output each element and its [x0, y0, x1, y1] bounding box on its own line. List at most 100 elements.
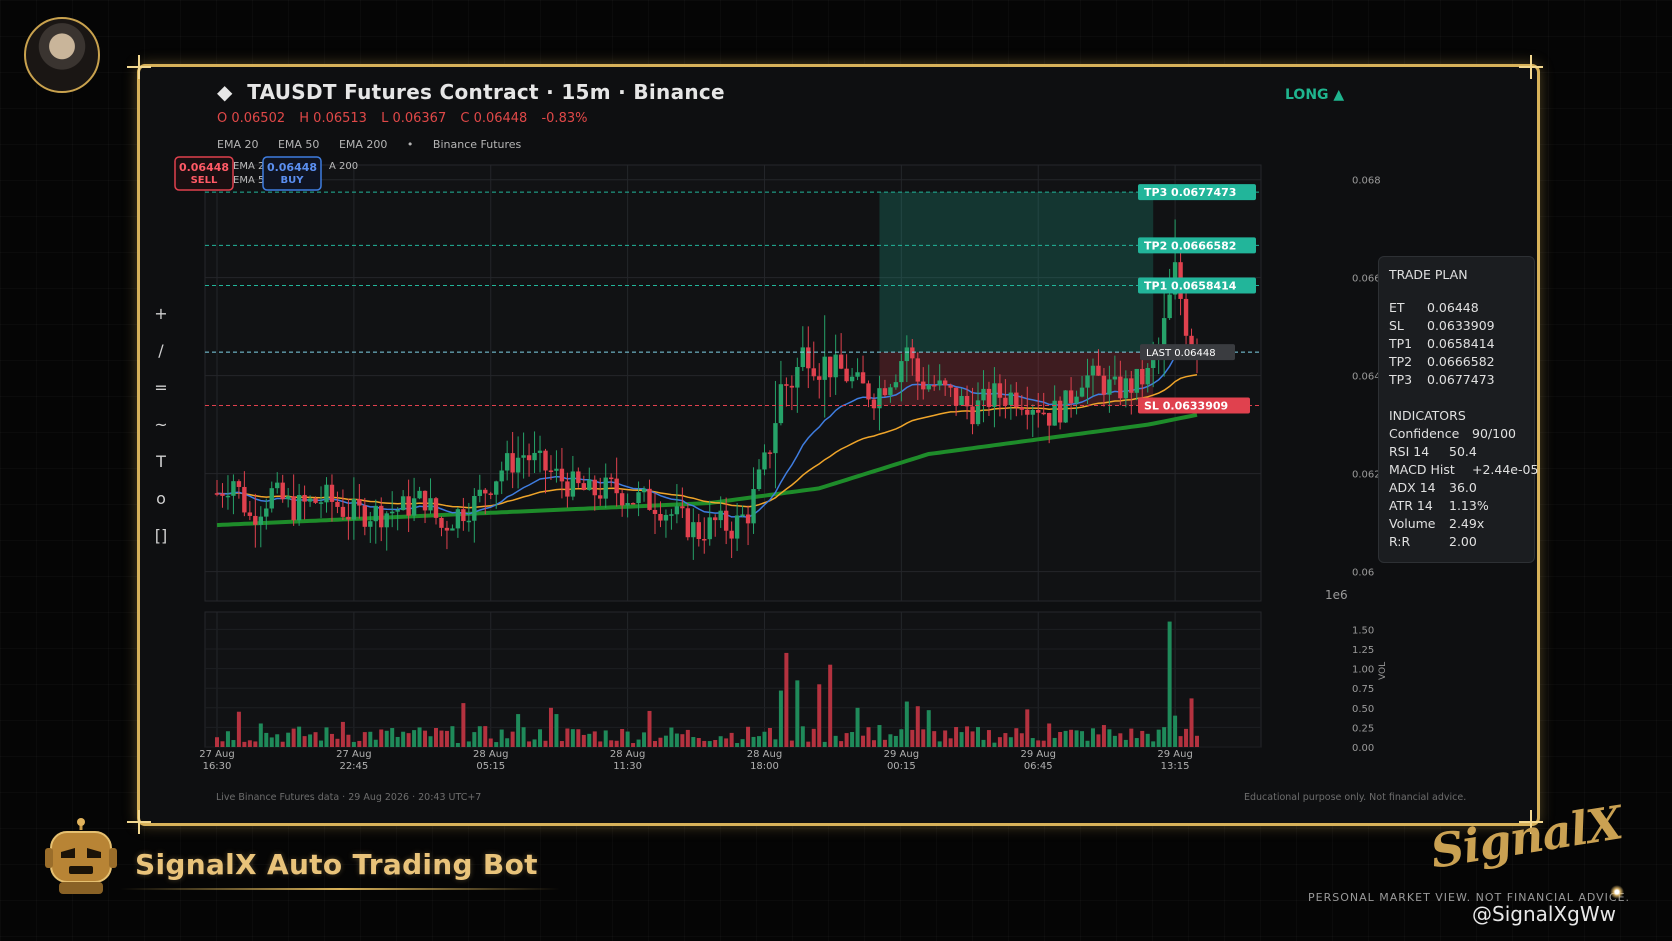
volume-bar	[603, 730, 608, 747]
candle-body	[565, 481, 570, 497]
volume-bar	[850, 732, 855, 747]
plan-tp1: TP1 0.0658414	[1389, 336, 1534, 354]
volume-bar	[269, 737, 274, 747]
candle-body	[811, 368, 816, 377]
candle-body	[997, 383, 1003, 398]
candle-body	[773, 423, 778, 454]
indicator-rsi-14-value: 50.4	[1449, 444, 1477, 459]
candle-body	[236, 481, 242, 487]
volume-bar	[866, 727, 871, 747]
volume-bar	[532, 739, 537, 747]
candle-body	[740, 514, 745, 516]
social-handle[interactable]: @SignalXgWw	[1472, 902, 1616, 926]
volume-axis-label: VOL	[1378, 662, 1388, 680]
volume-bar	[390, 728, 395, 747]
volume-tick-label: 1.50	[1352, 625, 1374, 636]
candle-body	[379, 505, 384, 528]
volume-bar	[220, 741, 225, 747]
volume-bar	[691, 737, 696, 747]
candle-body	[696, 522, 701, 539]
volume-bar	[926, 710, 931, 747]
candle-body	[280, 482, 285, 500]
candle-body	[718, 510, 723, 521]
volume-bar	[855, 707, 860, 747]
volume-bar	[521, 727, 526, 747]
indicators-title: INDICATORS	[1389, 408, 1466, 423]
candle-body	[598, 495, 603, 499]
plan-tp2-value: 0.0666582	[1427, 354, 1495, 369]
indicator-confidence: Confidence 90/100	[1389, 426, 1534, 444]
volume-bar	[1096, 734, 1101, 747]
volume-bar	[488, 738, 493, 747]
candle-body	[1090, 365, 1096, 376]
volume-bar	[784, 652, 789, 747]
candle-body	[658, 513, 663, 521]
indicator-adx-14-label: ADX 14	[1389, 480, 1436, 495]
volume-bar	[401, 731, 406, 747]
volume-bar	[466, 741, 471, 747]
volume-bar	[822, 741, 827, 747]
volume-bar	[762, 731, 767, 747]
candle-body	[225, 495, 231, 498]
candle-body	[926, 384, 931, 390]
volume-bar	[806, 741, 811, 747]
candle-body	[461, 509, 466, 522]
volume-bar	[225, 731, 230, 747]
candle-body	[1052, 400, 1057, 426]
level-tag-label: LAST 0.06448	[1146, 348, 1216, 359]
candle-body	[817, 376, 822, 380]
volume-bar	[362, 732, 367, 747]
candle-body	[1167, 294, 1172, 319]
volume-bar	[976, 727, 981, 747]
volume-bar	[921, 729, 926, 747]
candle-body	[537, 450, 543, 453]
candle-body	[384, 513, 389, 528]
candle-body	[1129, 378, 1134, 393]
volume-bar	[516, 714, 521, 747]
level-tag-label: TP3 0.0677473	[1144, 186, 1236, 199]
volume-bar	[1129, 728, 1134, 747]
candle-body	[784, 384, 789, 386]
candle-body	[499, 470, 504, 482]
candle-body	[800, 347, 806, 368]
candle-body	[1068, 390, 1074, 404]
volume-bar	[231, 740, 236, 747]
candle-body	[275, 482, 280, 489]
candle-body	[1145, 367, 1150, 385]
volume-bar	[570, 729, 575, 747]
volume-bar	[242, 741, 247, 747]
volume-bar	[1140, 730, 1145, 747]
volume-bar	[1069, 729, 1074, 747]
candle-body	[871, 399, 877, 409]
volume-bar	[258, 723, 263, 747]
candle-body	[899, 361, 904, 383]
volume-bar	[778, 690, 783, 747]
indicator-confidence-label: Confidence	[1389, 426, 1460, 441]
buy-price: 0.06448	[267, 161, 317, 174]
candle-body	[395, 510, 400, 512]
x-tick-label: 28 Aug	[610, 749, 645, 760]
volume-bar	[384, 730, 389, 747]
volume-bar	[1036, 740, 1041, 747]
candle-body	[603, 477, 608, 499]
volume-bar	[1118, 733, 1123, 747]
plan-sl: SL 0.0633909	[1389, 318, 1534, 336]
x-tick-label: 29 Aug	[884, 749, 919, 760]
volume-bar	[1156, 729, 1161, 747]
trade-plan-rows: ET 0.06448 SL 0.0633909 TP1 0.0658414 TP2 0.066…	[1389, 300, 1538, 552]
volume-bar	[948, 738, 953, 747]
overlay-legend-ema200: A 200	[329, 161, 358, 172]
volume-bar	[587, 733, 592, 747]
volume-bar	[499, 729, 504, 747]
volume-bar	[477, 726, 482, 747]
candle-body	[789, 385, 795, 388]
volume-bar	[576, 729, 581, 747]
candle-body	[669, 514, 674, 516]
candle-body	[214, 493, 220, 495]
volume-tick-label: 1.00	[1352, 665, 1374, 676]
y-tick-label: 0.06	[1352, 568, 1374, 579]
candle-body	[532, 452, 537, 461]
candle-body	[964, 395, 970, 407]
candle-body	[258, 516, 263, 525]
volume-bar	[433, 728, 438, 747]
